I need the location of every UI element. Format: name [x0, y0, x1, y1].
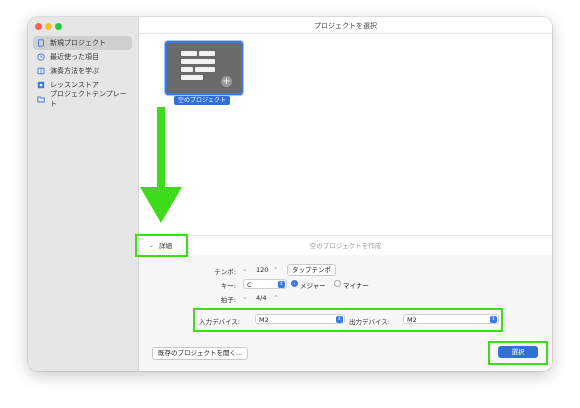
output-device-value: M2	[407, 316, 417, 324]
sidebar-item-learn[interactable]: 演奏方法を学ぶ	[33, 64, 132, 78]
updown-arrows-icon: ⇕	[336, 316, 343, 323]
output-device-label: 出力デバイス:	[349, 318, 390, 326]
chevron-down-icon[interactable]: ⌄	[242, 293, 247, 301]
input-device-label: 入力デバイス:	[199, 318, 240, 326]
minor-label: マイナー	[343, 282, 369, 290]
brick-shape	[195, 67, 215, 72]
input-device-popup[interactable]: M2 ⇕	[255, 314, 345, 324]
chevron-up-icon[interactable]: ⌃	[273, 294, 278, 302]
titlebar-divider	[139, 33, 552, 34]
major-label: メジャー	[300, 282, 326, 290]
book-icon	[37, 67, 45, 75]
output-device-popup[interactable]: M2 ⇕	[403, 314, 499, 324]
window-title: プロジェクトを選択	[314, 22, 377, 30]
sidebar: 新規プロジェクト 最近使った項目 演奏方法を学ぶ レッスンストア プロジェクトテ…	[28, 17, 139, 371]
tempo-label: テンポ:	[214, 268, 236, 276]
brick-shape	[181, 67, 193, 72]
tap-tempo-button[interactable]: タップテンポ	[287, 264, 336, 276]
time-signature-value[interactable]: 4/4	[256, 294, 266, 302]
project-settings: テンポ: ⌄ 120 ⌃ タップテンポ キー: C ⇕ メジャー マイナー 拍子…	[139, 255, 552, 345]
sidebar-item-label: プロジェクトテンプレート	[50, 90, 127, 108]
tempo-value-field[interactable]: 120	[256, 266, 268, 274]
clock-icon	[37, 53, 45, 61]
chevron-down-icon[interactable]: ⌄	[242, 265, 247, 273]
document-icon	[37, 39, 45, 47]
project-chooser-window: 新規プロジェクト 最近使った項目 演奏方法を学ぶ レッスンストア プロジェクトテ…	[28, 17, 552, 371]
chevron-up-icon[interactable]: ⌃	[273, 266, 278, 274]
close-window-button[interactable]	[35, 23, 42, 30]
key-label: キー:	[220, 282, 236, 290]
sidebar-item-label: 新規プロジェクト	[50, 39, 106, 47]
minimize-window-button[interactable]	[45, 23, 52, 30]
open-existing-project-button[interactable]: 既存のプロジェクトを開く...	[152, 347, 249, 360]
choose-button[interactable]: 選択	[498, 346, 538, 358]
folder-icon	[37, 95, 45, 103]
sidebar-item-recent[interactable]: 最近使った項目	[33, 50, 132, 64]
key-popup[interactable]: C ⇕	[243, 279, 287, 289]
details-caption: 空のプロジェクトを作成	[309, 242, 382, 250]
store-icon	[37, 81, 45, 89]
input-device-value: M2	[259, 316, 269, 324]
brick-shape	[181, 75, 203, 80]
brick-shape	[181, 59, 215, 64]
brick-shape	[181, 51, 197, 56]
sidebar-item-new-project[interactable]: 新規プロジェクト	[33, 36, 132, 50]
sidebar-item-label: 最近使った項目	[50, 53, 99, 61]
brick-shape	[199, 51, 215, 56]
sidebar-item-project-templates[interactable]: プロジェクトテンプレート	[33, 90, 132, 108]
minor-radio[interactable]	[334, 280, 341, 287]
annotation-arrow-shaft	[157, 107, 165, 192]
plus-icon: +	[221, 76, 232, 87]
key-value: C	[247, 281, 252, 289]
sidebar-item-label: 演奏方法を学ぶ	[50, 67, 99, 75]
annotation-arrow-head	[140, 187, 182, 223]
main-panel: プロジェクトを選択 + 空のプロジェクト 空のプロジェクトを作成 ⌄ 詳細 テン…	[139, 17, 552, 371]
template-label: 空のプロジェクト	[174, 96, 231, 105]
details-disclosure-button[interactable]: ⌄ 詳細	[149, 240, 173, 251]
updown-arrows-icon: ⇕	[278, 281, 285, 288]
empty-project-template[interactable]: +	[165, 41, 243, 95]
zoom-window-button[interactable]	[55, 23, 62, 30]
details-divider	[139, 235, 552, 236]
updown-arrows-icon: ⇕	[490, 316, 497, 323]
chevron-down-icon: ⌄	[149, 241, 155, 249]
major-radio[interactable]	[291, 280, 298, 287]
time-signature-label: 拍子:	[220, 296, 236, 304]
details-toggle-label: 詳細	[159, 242, 173, 250]
